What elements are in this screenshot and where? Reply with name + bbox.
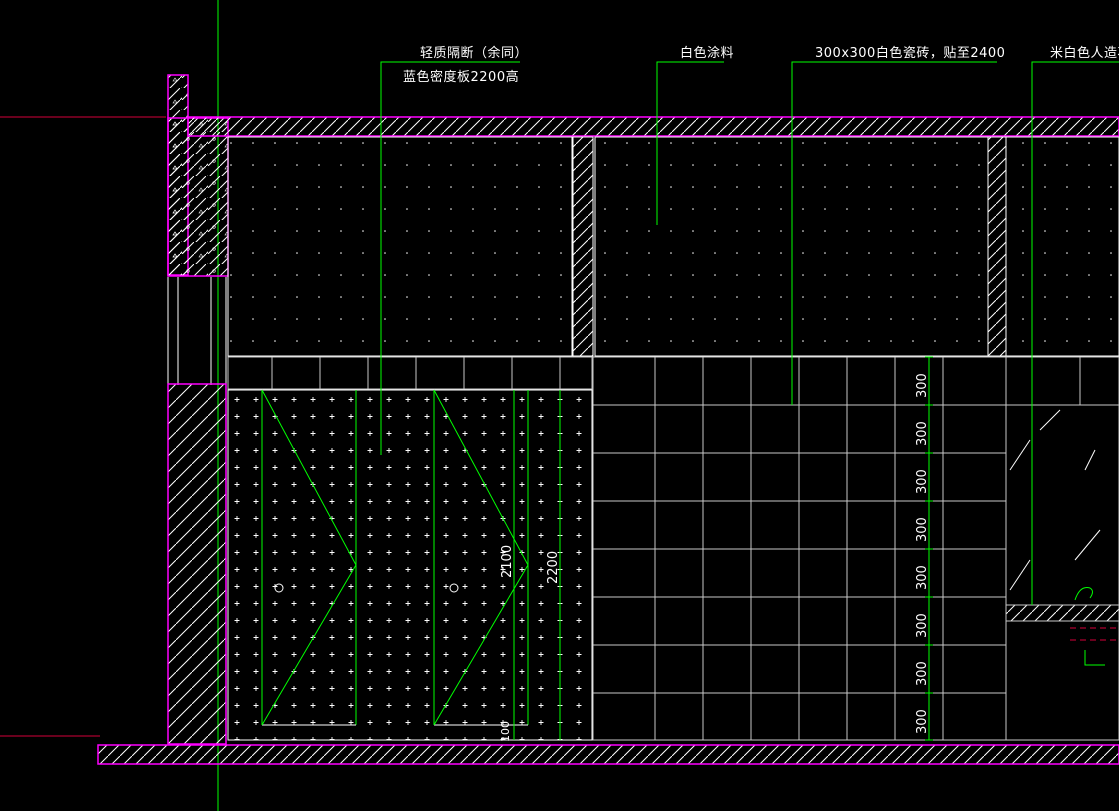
- tile-label: 300x300白色瓷砖，贴至2400: [815, 46, 1006, 61]
- tile-dim-3: 300: [915, 469, 930, 494]
- tile-dim-2: 300: [915, 421, 930, 446]
- gap-dim: 100: [499, 721, 512, 742]
- ceiling-slab: [187, 116, 1119, 137]
- tile-dim-8: 300: [915, 709, 930, 734]
- paint-label: 白色涂料: [680, 46, 735, 61]
- partition-top-strip: [227, 356, 593, 390]
- cad-elevation-drawing: 300 300 300 300 300 300 300 300 2100 220…: [0, 0, 1119, 811]
- door-height-dim: 2100: [500, 545, 515, 578]
- partition-height-dim: 2200: [546, 551, 561, 584]
- tile-dim-4: 300: [915, 517, 930, 542]
- tile-dim-7: 300: [915, 661, 930, 686]
- tile-dim-5: 300: [915, 565, 930, 590]
- left-wall: [167, 74, 229, 745]
- vanity-area: [1005, 409, 1119, 666]
- tile-dim-6: 300: [915, 613, 930, 638]
- partition-label-line2: 蓝色密度板2200高: [403, 70, 520, 85]
- light-partition: [227, 389, 593, 741]
- floor-slab: [97, 744, 1119, 765]
- tile-dim-1: 300: [915, 373, 930, 398]
- tile-grid: [592, 356, 1119, 741]
- stone-label: 米白色人造石: [1050, 46, 1119, 61]
- paint-zone: [227, 136, 1119, 357]
- partition-label-line1: 轻质隔断（余同）: [420, 46, 529, 61]
